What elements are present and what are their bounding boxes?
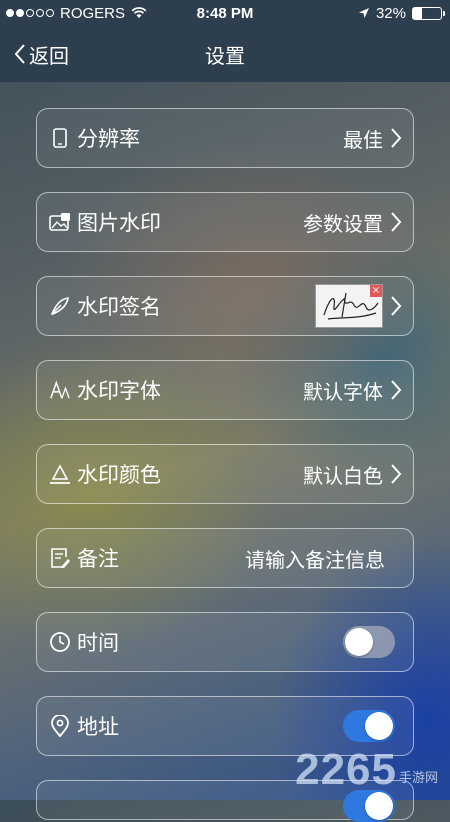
clock-icon (49, 631, 71, 653)
setting-label: 分辨率 (77, 127, 140, 151)
battery-percent: 32% (375, 4, 406, 22)
setting-label: 水印颜色 (77, 463, 161, 487)
chevron-left-icon (14, 44, 25, 64)
more-toggle[interactable] (343, 790, 395, 822)
setting-label: 时间 (77, 631, 119, 655)
note-icon (49, 547, 71, 569)
setting-label: 水印签名 (77, 295, 161, 319)
color-icon (49, 463, 71, 485)
setting-label: 水印字体 (77, 379, 161, 403)
status-bar: ROGERS 8:48 PM 32% (0, 0, 450, 26)
pen-icon (49, 295, 71, 317)
time-toggle[interactable] (343, 626, 395, 658)
settings-list: 分辨率 最佳 图片水印 参数设置 水印签名 × 水印字体 默认字体 水印颜色 默… (36, 108, 414, 822)
chevron-right-icon (391, 380, 402, 400)
setting-image-watermark[interactable]: 图片水印 参数设置 (36, 192, 414, 252)
phone-icon (49, 127, 71, 149)
site-watermark: 2265 手游网 (295, 748, 438, 792)
back-button[interactable]: 返回 (14, 40, 69, 69)
chevron-right-icon (391, 296, 402, 316)
setting-note[interactable]: 备注 请输入备注信息 (36, 528, 414, 588)
font-icon (49, 379, 71, 401)
setting-time: 时间 (36, 612, 414, 672)
chevron-right-icon (391, 128, 402, 148)
setting-value: 参数设置 (303, 211, 383, 236)
toggle-knob (365, 792, 393, 820)
location-arrow-icon (358, 8, 369, 18)
watermark-number: 2265 (295, 745, 397, 794)
setting-label: 备注 (77, 547, 119, 571)
status-right: 32% (358, 4, 445, 22)
setting-watermark-signature[interactable]: 水印签名 × (36, 276, 414, 336)
address-toggle[interactable] (343, 710, 395, 742)
delete-signature-icon[interactable]: × (370, 285, 382, 297)
watermark-text: 手游网 (398, 771, 438, 786)
setting-value: 最佳 (343, 127, 383, 152)
back-label: 返回 (29, 43, 69, 68)
chevron-right-icon (391, 464, 402, 484)
signature-thumbnail[interactable]: × (315, 284, 383, 328)
setting-watermark-color[interactable]: 水印颜色 默认白色 (36, 444, 414, 504)
chevron-right-icon (391, 212, 402, 232)
setting-watermark-font[interactable]: 水印字体 默认字体 (36, 360, 414, 420)
note-input[interactable]: 请输入备注信息 (245, 544, 385, 573)
setting-value: 默认白色 (303, 463, 383, 488)
battery-icon (412, 6, 445, 20)
location-icon (49, 715, 71, 737)
nav-bar: 返回 设置 (0, 26, 450, 82)
setting-value: 默认字体 (303, 379, 383, 404)
image-watermark-icon (49, 211, 71, 233)
setting-label: 图片水印 (77, 211, 161, 235)
toggle-knob (365, 712, 393, 740)
setting-label: 地址 (77, 715, 119, 739)
setting-resolution[interactable]: 分辨率 最佳 (36, 108, 414, 168)
toggle-knob (345, 628, 373, 656)
